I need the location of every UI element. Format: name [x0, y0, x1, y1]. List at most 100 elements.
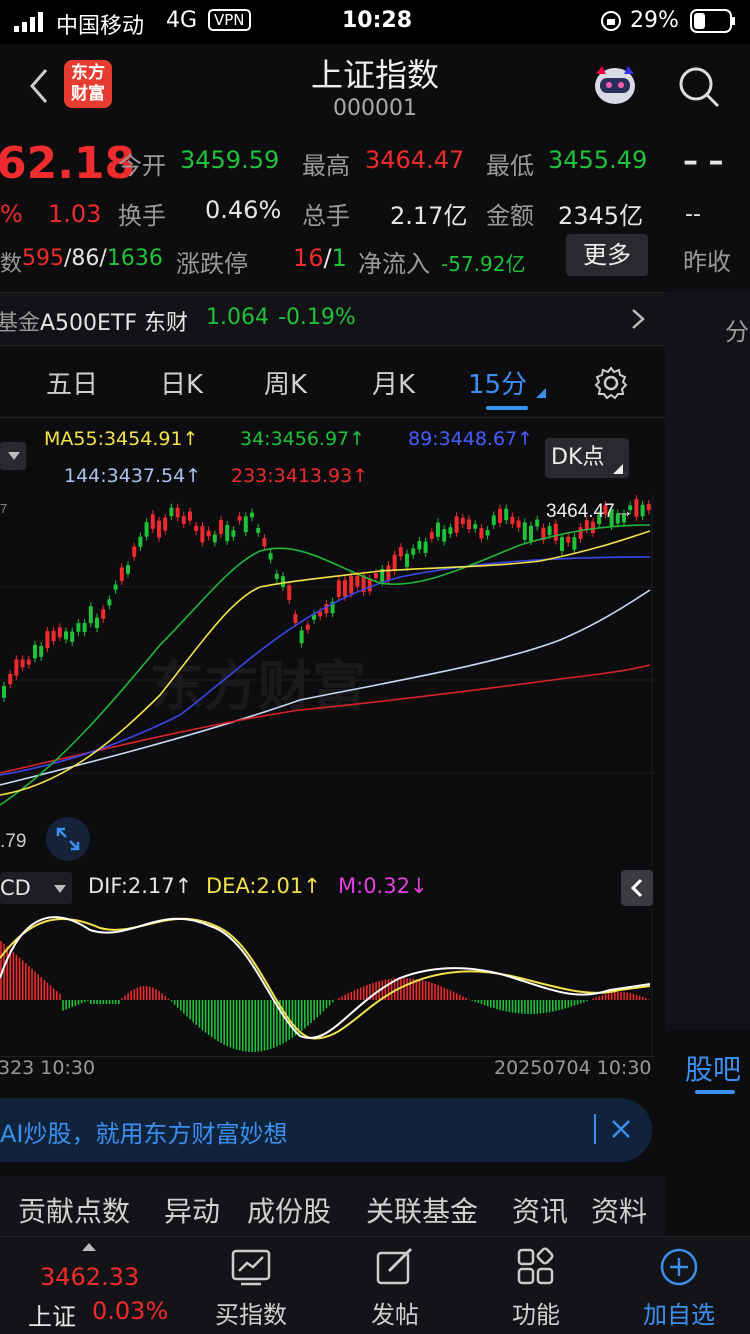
grid-apps-icon — [517, 1247, 554, 1285]
close-icon[interactable] — [610, 1118, 632, 1140]
candle-body — [560, 537, 564, 552]
macd-selector[interactable]: CD — [0, 872, 72, 904]
kline-chart[interactable]: 东方财富 3464.47→ .79 7 — [0, 495, 655, 865]
nav-buy-index[interactable]: 买指数 — [196, 1237, 306, 1334]
guba-tab[interactable]: 股吧 — [669, 1030, 750, 1100]
macd-chart[interactable] — [0, 908, 655, 1056]
index-ticker[interactable]: 3462.33 上证 0.03% — [0, 1237, 190, 1334]
candle-body — [243, 516, 248, 533]
candle-body — [212, 534, 217, 543]
time-axis-start: 323 10:30 — [0, 1057, 96, 1079]
search-icon[interactable] — [676, 64, 722, 110]
ticker-price: 3462.33 — [40, 1263, 140, 1291]
info-tabs: 贡献点数 异动 成份股 关联基金 资讯 资料 — [0, 1176, 665, 1236]
candle-body — [8, 674, 13, 685]
tab-day-k[interactable]: 日K — [160, 364, 203, 401]
bottom-nav: 3462.33 上证 0.03% 买指数 发帖 功能 加自选 — [0, 1236, 750, 1334]
tab-contribution[interactable]: 贡献点数 — [18, 1190, 130, 1230]
tab-five-day[interactable]: 五日 — [46, 364, 98, 401]
candle-body — [150, 514, 155, 529]
candle-body — [126, 565, 130, 574]
candle-body — [336, 580, 341, 597]
candle-body — [88, 606, 93, 624]
time-axis-end: 20250704 10:30 — [494, 1057, 652, 1079]
dk-point-button[interactable]: DK点 — [545, 438, 629, 478]
collapse-panel-button[interactable] — [621, 870, 653, 906]
tab-constituents[interactable]: 成份股 — [247, 1190, 331, 1230]
more-button[interactable]: 更多 — [566, 234, 648, 276]
carrier-label: 中国移动 — [56, 14, 145, 39]
macd-histogram — [0, 940, 650, 1052]
add-circle-icon — [660, 1248, 698, 1286]
fen-label[interactable]: 分 — [725, 312, 749, 347]
chevron-left-icon — [630, 878, 643, 898]
candle-body — [454, 516, 459, 533]
dif-line — [0, 916, 651, 1039]
dropdown-triangle-icon — [536, 388, 546, 398]
fullscreen-button[interactable] — [46, 817, 90, 861]
up-count: 595 — [22, 246, 64, 271]
candle-body — [14, 659, 19, 676]
tab-month-k[interactable]: 月K — [372, 364, 415, 401]
nav-functions-label: 功能 — [512, 1301, 560, 1329]
low-label: 最低 — [486, 152, 534, 180]
settings-gear-icon[interactable] — [594, 366, 628, 400]
related-fund-strip[interactable]: 基金 A500ETF 东财 1.064 -0.19% — [0, 292, 665, 346]
candle-body — [529, 525, 533, 542]
nav-add-watchlist[interactable]: 加自选 — [624, 1237, 734, 1334]
candle-body — [442, 529, 447, 542]
expand-icon — [56, 827, 80, 851]
candle-body — [522, 522, 527, 540]
candle-body — [491, 515, 496, 525]
edit-post-icon — [376, 1247, 413, 1285]
ai-promo-banner[interactable]: AI炒股，就用东方财富妙想 — [0, 1098, 652, 1162]
candle-body — [169, 507, 174, 517]
candle-body — [250, 512, 254, 518]
clock: 10:28 — [342, 8, 413, 33]
candle-body — [634, 499, 639, 517]
low-value-label: .79 — [0, 831, 26, 852]
netflow-label: 净流入 — [358, 250, 430, 278]
candle-body — [57, 627, 62, 638]
guba-indicator — [695, 1090, 735, 1094]
ticker-name: 上证 — [28, 1303, 76, 1331]
limit-counts: 16/1 — [293, 244, 347, 272]
ma55-value: MA55:3454.91↑ — [44, 428, 199, 450]
tab-15min[interactable]: 15分 — [468, 364, 527, 401]
candle-body — [231, 530, 236, 537]
tab-week-k[interactable]: 周K — [264, 364, 307, 401]
candle-body — [26, 659, 31, 665]
candle-body — [572, 537, 577, 550]
robot-assistant-icon[interactable] — [590, 62, 640, 108]
prev-close-label[interactable]: 昨收 — [683, 242, 731, 277]
candle-body — [343, 580, 347, 597]
limit-label: 涨跌停 — [176, 250, 248, 278]
candle-body — [355, 575, 360, 587]
nav-functions[interactable]: 功能 — [481, 1237, 591, 1334]
candle-body — [268, 553, 273, 560]
indicator-selector[interactable] — [0, 442, 26, 470]
ma34-value: 34:3456.97↑ — [240, 428, 366, 450]
app-screen: 中国移动 4G VPN 10:28 29% 东方 财富 上证指数 000001 — [0, 0, 750, 1334]
macd-header: CD DIF:2.17↑ DEA:2.01↑ M:0.32↓ — [0, 868, 655, 908]
candle-body — [51, 630, 56, 642]
tab-movement[interactable]: 异动 — [164, 1190, 220, 1230]
tab-related-funds[interactable]: 关联基金 — [366, 1190, 478, 1230]
turnover-value: 0.46% — [205, 196, 282, 224]
candle-body — [119, 567, 124, 581]
nav-post[interactable]: 发帖 — [340, 1237, 450, 1334]
candle-body — [460, 517, 465, 525]
tab-news[interactable]: 资讯 — [512, 1190, 568, 1230]
candle-body — [113, 584, 118, 590]
candle-body — [516, 520, 521, 528]
high-label: 最高 — [302, 152, 350, 180]
candle-body — [578, 527, 583, 539]
amount-value: 2345亿 — [558, 202, 644, 230]
candle-body — [281, 576, 285, 587]
candle-body — [237, 516, 242, 521]
flat-count: 86 — [71, 246, 100, 271]
tab-profile[interactable]: 资料 — [591, 1190, 647, 1230]
macd-svg — [0, 908, 653, 1056]
nav-post-label: 发帖 — [371, 1301, 419, 1329]
volume-value: 2.17亿 — [390, 202, 468, 230]
